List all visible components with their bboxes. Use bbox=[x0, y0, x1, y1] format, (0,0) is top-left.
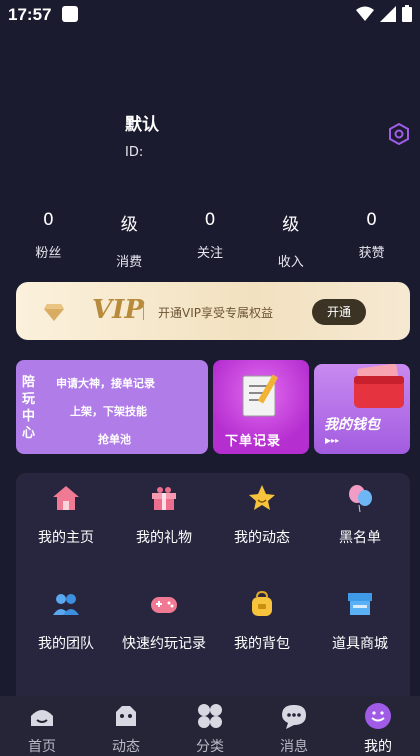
home-tab-icon bbox=[31, 710, 53, 726]
tab-label: 我的 bbox=[364, 739, 392, 755]
menu-item-gift[interactable]: 我的礼物 bbox=[115, 483, 213, 547]
stat-label: 获赞 bbox=[358, 246, 385, 261]
backpack-icon bbox=[252, 590, 272, 616]
tab-mine[interactable]: 我的 bbox=[336, 696, 420, 756]
order-record-label: 下单记录 bbox=[225, 434, 282, 449]
notepad-icon bbox=[242, 374, 279, 417]
wallet-arrows: ▶▸▸ bbox=[325, 436, 340, 445]
menu-item-label: 我的背包 bbox=[234, 636, 290, 652]
mine-tab-icon bbox=[365, 703, 391, 729]
balloon-icon bbox=[349, 485, 372, 513]
vip-description: 开通VIP享受专属权益 bbox=[158, 306, 273, 320]
tab-label: 分类 bbox=[196, 739, 224, 755]
stats-row: 0 粉丝 级 消费 0 关注 级 收入 0 获赞 bbox=[0, 210, 420, 270]
tab-label: 首页 bbox=[28, 739, 56, 755]
tab-messages[interactable]: 消息 bbox=[252, 696, 336, 756]
diamond-icon bbox=[44, 304, 64, 321]
tab-label: 消息 bbox=[280, 739, 308, 755]
tab-category[interactable]: 分类 bbox=[168, 696, 252, 756]
notification-icon bbox=[62, 6, 78, 22]
bottom-tab-bar: 首页 动态 分类 消息 我的 bbox=[0, 696, 420, 756]
companion-center-card[interactable]: 陪玩中心 申请大神，接单记录 上架，下架技能 抢单池 bbox=[16, 360, 208, 454]
team-icon bbox=[53, 594, 79, 615]
battery-icon bbox=[402, 5, 412, 22]
stat-label: 关注 bbox=[196, 246, 223, 261]
menu-item-label: 我的礼物 bbox=[136, 530, 192, 546]
stat-label: 收入 bbox=[277, 255, 304, 270]
menu-item-label: 道具商城 bbox=[332, 636, 388, 652]
stat-value: 0 bbox=[42, 210, 54, 230]
tab-label: 动态 bbox=[112, 739, 140, 755]
stat-label: 粉丝 bbox=[35, 246, 62, 261]
category-tab-icon bbox=[198, 704, 222, 728]
menu-item-label: 我的团队 bbox=[38, 636, 94, 652]
stat-likes[interactable]: 0 获赞 bbox=[337, 210, 407, 270]
stat-value: 级 bbox=[282, 215, 300, 235]
tab-moments[interactable]: 动态 bbox=[84, 696, 168, 756]
user-id: ID: bbox=[125, 145, 144, 160]
vip-divider bbox=[143, 304, 144, 320]
companion-center-title: 陪玩中心 bbox=[22, 375, 36, 441]
wallet-label: 我的钱包 bbox=[324, 417, 380, 433]
menu-item-home[interactable]: 我的主页 bbox=[17, 483, 115, 547]
stat-spending[interactable]: 级 消费 bbox=[94, 210, 164, 270]
menu-item-quick-play-record[interactable]: 快速约玩记录 bbox=[115, 589, 213, 653]
menu-item-blacklist[interactable]: 黑名单 bbox=[311, 483, 409, 547]
promo-line: 上架，下架技能 bbox=[70, 405, 147, 418]
promo-line: 申请大神，接单记录 bbox=[56, 377, 155, 390]
menu-item-label: 黑名单 bbox=[339, 530, 381, 546]
menu-grid: 我的主页 我的礼物 我的动态 黑名单 我的团队 快速约玩记录 我的背包 道具商城 bbox=[16, 473, 410, 713]
stat-value: 级 bbox=[120, 215, 138, 235]
status-bar: 17:57 bbox=[0, 0, 420, 30]
profile-info[interactable]: 默认 ID: bbox=[125, 110, 159, 160]
wifi-icon bbox=[356, 6, 374, 21]
vip-open-button[interactable]: 开通 bbox=[312, 299, 366, 325]
menu-item-label: 我的动态 bbox=[234, 530, 290, 546]
vip-banner[interactable]: VIP 开通VIP享受专属权益 开通 bbox=[16, 282, 410, 340]
tab-home[interactable]: 首页 bbox=[0, 696, 84, 756]
menu-item-moments[interactable]: 我的动态 bbox=[213, 483, 311, 547]
stat-following[interactable]: 0 关注 bbox=[175, 210, 245, 270]
gamepad-icon bbox=[151, 597, 177, 613]
stat-value: 0 bbox=[204, 210, 216, 230]
menu-item-label: 快速约玩记录 bbox=[122, 636, 206, 652]
star-icon bbox=[249, 485, 275, 510]
signal-icon bbox=[380, 5, 396, 22]
menu-item-store[interactable]: 道具商城 bbox=[311, 589, 409, 653]
message-tab-icon bbox=[282, 705, 306, 729]
moments-tab-icon bbox=[116, 706, 136, 726]
username: 默认 bbox=[125, 115, 159, 135]
store-icon bbox=[348, 593, 372, 615]
gift-icon bbox=[152, 487, 176, 510]
home-icon bbox=[53, 486, 79, 510]
status-time: 17:57 bbox=[8, 5, 52, 24]
wallet-icon bbox=[354, 364, 404, 408]
promo-line: 抢单池 bbox=[98, 433, 131, 446]
vip-title: VIP bbox=[92, 295, 144, 325]
stat-fans[interactable]: 0 粉丝 bbox=[13, 210, 83, 270]
stat-label: 消费 bbox=[116, 255, 143, 270]
stat-value: 0 bbox=[366, 210, 377, 230]
menu-item-team[interactable]: 我的团队 bbox=[17, 589, 115, 653]
stat-income[interactable]: 级 收入 bbox=[256, 210, 326, 270]
wallet-card[interactable]: 我的钱包 ▶▸▸ bbox=[314, 364, 410, 454]
order-record-card[interactable]: 下单记录 bbox=[213, 360, 309, 454]
status-icons bbox=[356, 5, 412, 22]
settings-icon[interactable] bbox=[388, 123, 410, 145]
menu-item-backpack[interactable]: 我的背包 bbox=[213, 589, 311, 653]
menu-item-label: 我的主页 bbox=[38, 530, 94, 546]
